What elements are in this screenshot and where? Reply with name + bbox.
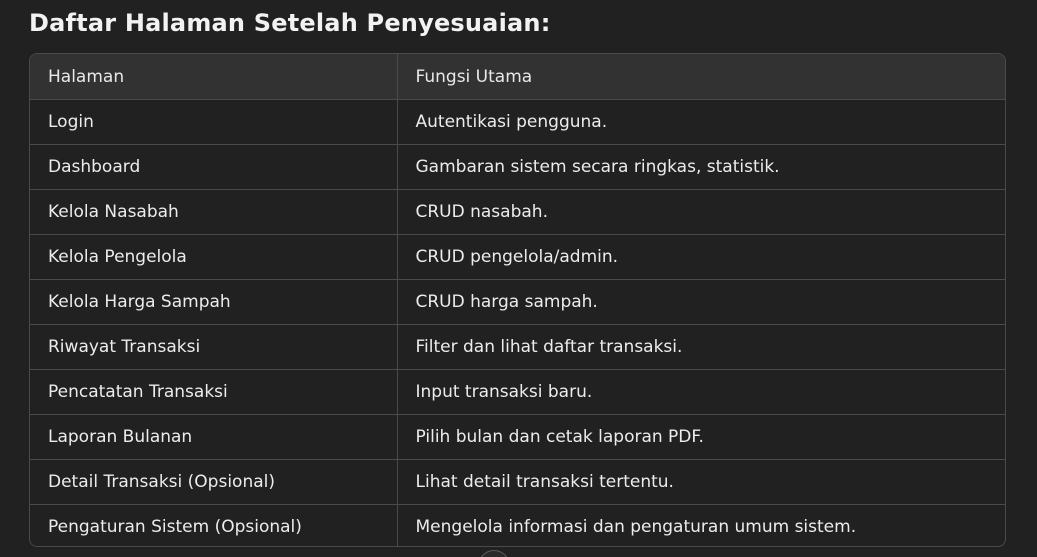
pages-table-container: Halaman Fungsi Utama Login Autentikasi p… bbox=[29, 53, 1006, 547]
column-header-halaman: Halaman bbox=[30, 54, 397, 100]
cell-page-name: Detail Transaksi (Opsional) bbox=[30, 459, 397, 505]
cell-main-function: CRUD harga sampah. bbox=[396, 279, 1005, 325]
table-row: Laporan Bulanan Pilih bulan dan cetak la… bbox=[30, 414, 1005, 460]
cell-main-function: Mengelola informasi dan pengaturan umum … bbox=[396, 504, 1005, 546]
table-row: Riwayat Transaksi Filter dan lihat dafta… bbox=[30, 324, 1005, 370]
table-row: Kelola Harga Sampah CRUD harga sampah. bbox=[30, 279, 1005, 325]
cell-main-function: Gambaran sistem secara ringkas, statisti… bbox=[396, 144, 1005, 190]
cell-page-name: Kelola Harga Sampah bbox=[30, 279, 397, 325]
table-row: Pengaturan Sistem (Opsional) Mengelola i… bbox=[30, 504, 1005, 546]
table-row: Detail Transaksi (Opsional) Lihat detail… bbox=[30, 459, 1005, 505]
cell-page-name: Pengaturan Sistem (Opsional) bbox=[30, 504, 397, 546]
scroll-down-button[interactable] bbox=[478, 550, 510, 557]
section-heading: Daftar Halaman Setelah Penyesuaian: bbox=[29, 9, 551, 37]
cell-main-function: CRUD pengelola/admin. bbox=[396, 234, 1005, 280]
table-row: Dashboard Gambaran sistem secara ringkas… bbox=[30, 144, 1005, 190]
table-row: Kelola Nasabah CRUD nasabah. bbox=[30, 189, 1005, 235]
table-row: Pencatatan Transaksi Input transaksi bar… bbox=[30, 369, 1005, 415]
cell-page-name: Laporan Bulanan bbox=[30, 414, 397, 460]
cell-page-name: Kelola Nasabah bbox=[30, 189, 397, 235]
cell-main-function: Lihat detail transaksi tertentu. bbox=[396, 459, 1005, 505]
table-row: Kelola Pengelola CRUD pengelola/admin. bbox=[30, 234, 1005, 280]
column-header-fungsi-utama: Fungsi Utama bbox=[396, 54, 1005, 100]
cell-page-name: Kelola Pengelola bbox=[30, 234, 397, 280]
page: Daftar Halaman Setelah Penyesuaian: Hala… bbox=[0, 0, 1037, 557]
cell-main-function: Autentikasi pengguna. bbox=[396, 99, 1005, 145]
cell-main-function: Pilih bulan dan cetak laporan PDF. bbox=[396, 414, 1005, 460]
pages-table: Halaman Fungsi Utama Login Autentikasi p… bbox=[30, 54, 1005, 546]
cell-page-name: Dashboard bbox=[30, 144, 397, 190]
cell-page-name: Pencatatan Transaksi bbox=[30, 369, 397, 415]
cell-page-name: Login bbox=[48, 112, 94, 132]
cell-main-function: CRUD nasabah. bbox=[396, 189, 1005, 235]
table-row: Login Autentikasi pengguna. bbox=[30, 99, 1005, 145]
cell-page-name: Riwayat Transaksi bbox=[30, 324, 397, 370]
cell-main-function: Filter dan lihat daftar transaksi. bbox=[396, 324, 1005, 370]
cell-main-function: Input transaksi baru. bbox=[396, 369, 1005, 415]
table-header-row: Halaman Fungsi Utama bbox=[30, 54, 1005, 100]
